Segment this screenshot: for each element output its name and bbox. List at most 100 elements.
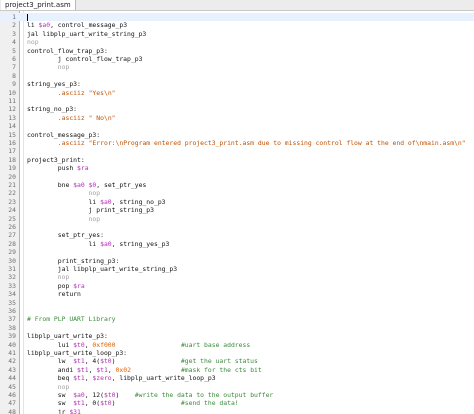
code-text[interactable]: push $ra [27,164,89,172]
code-text[interactable]: nop [27,38,39,46]
code-line[interactable]: 32 nop [0,273,474,281]
code-line[interactable]: 1 [0,13,474,22]
tab-project3-print[interactable]: project3_print.asm [1,0,76,10]
code-line[interactable]: 40 lui $t0, 0xf000 #uart base address [0,341,474,349]
line-number: 37 [8,315,16,324]
code-line[interactable]: 39 libplp_uart_write_p3: [0,332,474,340]
code-line[interactable]: 47 sw $t1, 0($t0) #send the data! [0,399,474,407]
code-line[interactable]: 17 [0,147,474,155]
code-line[interactable]: 24 j print_string_p3 [0,206,474,214]
code-text[interactable]: pop $ra [27,282,85,290]
code-text[interactable]: .asciiz "Yes\n" [27,89,116,97]
code-line[interactable]: 5 control_flow_trap_p3: [0,47,474,55]
code-text[interactable]: project3_print: [27,156,85,164]
code-line[interactable]: 33 pop $ra [0,282,474,290]
code-line[interactable]: 18 project3_print: [0,156,474,164]
code-line[interactable]: 20 [0,173,474,181]
code-text[interactable]: set_ptr_yes: [27,231,104,239]
code-line[interactable]: 19 push $ra [0,164,474,172]
line-number: 41 [8,349,16,357]
code-editor[interactable]: 1 2 li $a0, control_message_p3 3 jal libplp_… [0,11,474,414]
code-line[interactable]: 42 lw $t1, 4($t0) #get the uart status [0,357,474,365]
code-line[interactable]: 8 [0,72,474,80]
code-line[interactable]: 6 j control_flow_trap_p3 [0,55,474,63]
code-line[interactable]: 21 bne $a0 $0, set_ptr_yes [0,181,474,189]
code-text[interactable]: beq $t1, $zero, libplp_uart_write_loop_p… [27,374,216,382]
code-text[interactable]: string_no_p3: [27,105,77,113]
line-number: 1 [12,13,16,21]
code-text[interactable]: jr $31 [27,408,81,414]
line-number: 12 [8,105,16,114]
code-line[interactable]: 35 [0,299,474,307]
code-line[interactable]: 30 print_string_p3: [0,257,474,265]
line-number: 13 [8,113,16,122]
code-text[interactable]: nop [27,215,101,223]
code-line[interactable]: 4 nop [0,38,474,46]
code-text[interactable]: nop [27,383,70,391]
code-line[interactable]: 23 li $a0, string_no_p3 [0,198,474,206]
code-line[interactable]: 2 li $a0, control_message_p3 [0,21,474,29]
code-line[interactable]: 38 [0,324,474,332]
line-number: 27 [8,231,16,240]
code-text[interactable]: bne $a0 $0, set_ptr_yes [27,181,147,189]
code-text[interactable]: lw $t1, 4($t0) #get the uart status [27,357,258,365]
code-line[interactable]: 43 andi $t1, $t1, 0x02 #mask for the cts… [0,366,474,374]
code-text[interactable]: jal libplp_uart_write_string_p3 [27,265,177,273]
code-text[interactable]: string_yes_p3: [27,80,81,88]
code-line[interactable]: 14 [0,122,474,130]
code-text[interactable]: libplp_uart_write_p3: [27,332,108,340]
code-text[interactable]: .asciiz "Error:\nProgram entered project… [27,139,466,147]
code-text[interactable]: j control_flow_trap_p3 [27,55,143,63]
code-line[interactable]: 41 libplp_uart_write_loop_p3: [0,349,474,357]
code-text[interactable]: # From PLP UART Library [27,315,116,323]
code-line[interactable]: 44 beq $t1, $zero, libplp_uart_write_loo… [0,374,474,382]
code-line[interactable]: 29 [0,248,474,256]
code-text[interactable]: return [27,290,81,298]
code-line[interactable]: 26 [0,223,474,231]
code-line[interactable]: 37 # From PLP UART Library [0,315,474,323]
code-line[interactable]: 36 [0,307,474,315]
code-line[interactable]: 7 nop [0,63,474,71]
code-text[interactable]: jal libplp_uart_write_string_p3 [27,30,146,38]
code-line[interactable]: 31 jal libplp_uart_write_string_p3 [0,265,474,273]
code-line[interactable]: 45 nop [0,383,474,391]
code-line[interactable]: 3 jal libplp_uart_write_string_p3 [0,30,474,38]
code-text[interactable]: sw $t1, 0($t0) #send the data! [27,399,239,407]
code-line[interactable]: 9 string_yes_p3: [0,80,474,88]
code-text[interactable]: li $a0, string_yes_p3 [27,240,170,248]
code-text[interactable]: andi $t1, $t1, 0x02 #mask for the cts bi… [27,366,262,374]
code-line[interactable]: 27 set_ptr_yes: [0,231,474,239]
code-text[interactable]: libplp_uart_write_loop_p3: [27,349,127,357]
code-line[interactable]: 22 nop [0,189,474,197]
code-text[interactable]: control_message_p3: [27,131,100,139]
code-line[interactable]: 15 control_message_p3: [0,131,474,139]
code-line[interactable]: 28 li $a0, string_yes_p3 [0,240,474,248]
line-number: 47 [8,399,16,408]
line-number: 35 [8,298,16,307]
code-line[interactable]: 12 string_no_p3: [0,105,474,113]
code-text[interactable]: li $a0, string_no_p3 [27,198,166,206]
code-line[interactable]: 13 .asciiz " No\n" [0,114,474,122]
code-text[interactable]: .asciiz " No\n" [27,114,116,122]
code-text[interactable] [27,13,28,21]
code-line[interactable]: 46 sw $a0, 12($t0) #write the data to th… [0,391,474,399]
code-text[interactable]: sw $a0, 12($t0) #write the data to the o… [27,391,274,399]
code-text[interactable]: nop [27,273,70,281]
line-number: 2 [12,21,16,30]
line-number: 15 [8,130,16,139]
code-text[interactable]: nop [27,63,70,71]
code-text[interactable]: nop [27,189,101,197]
text-cursor [27,13,28,21]
line-number: 19 [8,164,16,173]
code-text[interactable]: j print_string_p3 [27,206,154,214]
code-text[interactable]: print_string_p3: [27,257,120,265]
code-line[interactable]: 34 return [0,290,474,298]
code-line[interactable]: 16 .asciiz "Error:\nProgram entered proj… [0,139,474,147]
code-text[interactable]: control_flow_trap_p3: [27,47,108,55]
code-line[interactable]: 25 nop [0,215,474,223]
code-line[interactable]: 10 .asciiz "Yes\n" [0,89,474,97]
code-text[interactable]: lui $t0, 0xf000 #uart base address [27,341,250,349]
code-line[interactable]: 11 [0,97,474,105]
code-text[interactable]: li $a0, control_message_p3 [27,21,127,29]
code-line[interactable]: 48 jr $31 [0,408,474,414]
